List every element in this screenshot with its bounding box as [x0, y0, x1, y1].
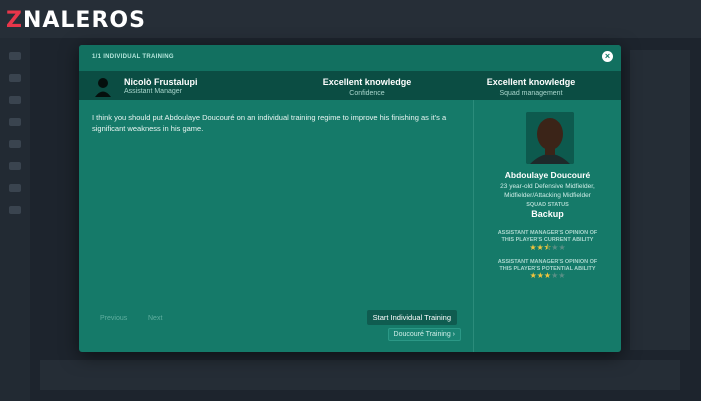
staff-name[interactable]: Nicolò Frustalupi [124, 77, 198, 87]
stat-label: Confidence [349, 90, 385, 97]
advice-message: I think you should put Abdoulaye Doucour… [92, 113, 447, 133]
player-position: 23 year-old Defensive Midfielder, Midfie… [500, 183, 595, 199]
star-icon: ★ [536, 243, 544, 252]
confidence-stat: Excellent knowledge Confidence [297, 77, 437, 97]
background-panel [40, 360, 680, 390]
previous-button[interactable]: Previous [96, 313, 131, 324]
star-icon: ★ [529, 243, 537, 252]
panel-divider [473, 100, 474, 352]
close-icon[interactable]: × [602, 51, 613, 62]
staff-info-bar: Nicolò Frustalupi Assistant Manager Exce… [79, 71, 621, 100]
stat-label: Squad management [499, 90, 563, 97]
dialog-header: 1/1 INDIVIDUAL TRAINING × [79, 45, 621, 71]
dialog-title: 1/1 INDIVIDUAL TRAINING [92, 54, 174, 60]
squad-management-stat: Excellent knowledge Squad management [461, 77, 601, 97]
star-icon: ★ [558, 243, 566, 252]
player-photo[interactable] [526, 112, 574, 164]
app-sidebar [0, 38, 30, 401]
player-name[interactable]: Abdoulaye Doucouré [475, 170, 620, 180]
star-icon: ★ [543, 271, 552, 280]
squad-status-label: SQUAD STATUS [526, 202, 569, 208]
stat-value: Excellent knowledge [322, 77, 412, 87]
potential-ability-stars: ★★★★★ [475, 271, 620, 280]
player-face-icon [526, 112, 574, 164]
start-individual-training-button[interactable]: Start Individual Training [366, 310, 457, 325]
player-training-button[interactable]: Doucouré Training › [387, 328, 461, 341]
star-icon: ★ [529, 271, 537, 280]
star-icon: ★ [558, 271, 566, 280]
stat-value: Excellent knowledge [486, 77, 576, 87]
current-ability-stars: ★★⯪★★ [475, 242, 620, 256]
staff-avatar-icon [95, 78, 111, 97]
star-icon: ★ [536, 271, 544, 280]
background-panel [630, 50, 690, 350]
individual-training-dialog: 1/1 INDIVIDUAL TRAINING × Nicolò Frustal… [79, 45, 621, 352]
watermark-logo: ZNALEROS [6, 8, 146, 33]
staff-role: Assistant Manager [124, 88, 182, 95]
next-button[interactable]: Next [144, 313, 166, 324]
squad-status-value: Backup [531, 209, 564, 219]
